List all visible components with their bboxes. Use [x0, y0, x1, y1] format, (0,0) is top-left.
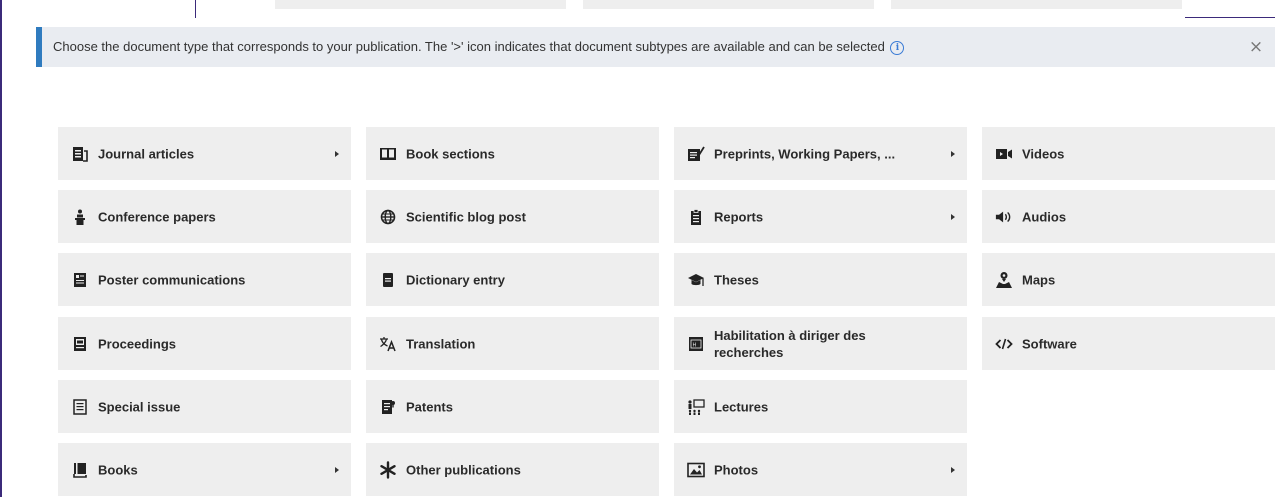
image-icon — [687, 461, 705, 479]
doc-type-reports[interactable]: Reports — [674, 190, 967, 243]
doc-type-photos[interactable]: Photos — [674, 443, 967, 496]
doc-type-special-issue[interactable]: Special issue — [58, 380, 351, 433]
doc-type-software[interactable]: Software — [982, 317, 1275, 370]
clipboard-icon — [687, 208, 705, 226]
top-tab-3[interactable] — [891, 0, 1182, 9]
doc-type-label: Book sections — [406, 146, 495, 161]
doc-type-label: Books — [98, 462, 138, 477]
patent-icon — [379, 398, 397, 416]
doc-type-label: Patents — [406, 399, 453, 414]
doc-type-other-publications[interactable]: Other publications — [366, 443, 659, 496]
doc-type-label: Photos — [714, 462, 759, 477]
doc-type-poster-communications[interactable]: Poster communications — [58, 253, 351, 306]
doc-type-label: Reports — [714, 209, 764, 224]
doc-type-label: Dictionary entry — [406, 272, 505, 287]
info-message-text: Choose the document type that correspond… — [53, 39, 885, 54]
doc-type-patents[interactable]: Patents — [366, 380, 659, 433]
doc-type-preprints[interactable]: Preprints, Working Papers, ... — [674, 127, 967, 180]
map-icon — [995, 271, 1013, 289]
doc-type-label: Translation — [406, 336, 476, 351]
podium-icon — [71, 208, 89, 226]
journal-icon — [71, 145, 89, 163]
open-book-icon — [379, 145, 397, 163]
subtype-arrow-icon — [951, 150, 955, 157]
lecture-icon — [687, 398, 705, 416]
doc-type-label: Special issue — [98, 399, 181, 414]
doc-type-label: Preprints, Working Papers, ... — [714, 146, 896, 161]
translate-icon — [379, 335, 397, 353]
globe-icon — [379, 208, 397, 226]
subtype-arrow-icon — [335, 150, 339, 157]
doc-type-label: Maps — [1022, 272, 1056, 287]
book-icon — [71, 461, 89, 479]
svg-text:H: H — [693, 342, 697, 348]
doc-type-books[interactable]: Books — [58, 443, 351, 496]
doc-type-label: Conference papers — [98, 209, 216, 224]
doc-type-label: Software — [1022, 336, 1077, 351]
doc-type-maps[interactable]: Maps — [982, 253, 1275, 306]
frame-border-top-right — [1185, 17, 1275, 18]
doc-type-habilitation[interactable]: H Habilitation à diriger des recherches — [674, 317, 967, 370]
doc-type-scientific-blog-post[interactable]: Scientific blog post — [366, 190, 659, 243]
info-banner-accent — [36, 27, 42, 67]
preprint-icon — [687, 145, 705, 163]
doc-type-translation[interactable]: Translation — [366, 317, 659, 370]
code-icon — [995, 335, 1013, 353]
doc-type-label: Theses — [714, 272, 759, 287]
proceedings-icon — [71, 335, 89, 353]
habilitation-icon: H — [687, 335, 705, 353]
doc-type-label: Videos — [1022, 146, 1065, 161]
info-banner: Choose the document type that correspond… — [36, 27, 1275, 67]
top-tab-2[interactable] — [583, 0, 874, 9]
subtype-arrow-icon — [951, 213, 955, 220]
frame-border-top — [195, 0, 196, 18]
asterisk-icon — [379, 460, 397, 479]
doc-type-videos[interactable]: Videos — [982, 127, 1275, 180]
special-issue-icon — [71, 398, 89, 416]
close-button[interactable]: × — [1246, 37, 1266, 57]
info-message: Choose the document type that correspond… — [53, 39, 905, 55]
subtype-arrow-icon — [951, 466, 955, 473]
doc-type-audios[interactable]: Audios — [982, 190, 1275, 243]
doc-type-proceedings[interactable]: Proceedings — [58, 317, 351, 370]
doc-type-label: Proceedings — [98, 336, 177, 351]
doc-type-lectures[interactable]: Lectures — [674, 380, 967, 433]
doc-type-conference-papers[interactable]: Conference papers — [58, 190, 351, 243]
doc-type-label: Journal articles — [98, 146, 195, 161]
doc-type-journal-articles[interactable]: Journal articles — [58, 127, 351, 180]
doc-type-dictionary-entry[interactable]: Dictionary entry — [366, 253, 659, 306]
graduation-cap-icon — [687, 271, 705, 289]
doc-type-label: Scientific blog post — [406, 209, 526, 224]
doc-type-label: Other publications — [406, 462, 521, 477]
doc-type-book-sections[interactable]: Book sections — [366, 127, 659, 180]
doc-type-label: Lectures — [714, 399, 769, 414]
doc-type-label: Audios — [1022, 209, 1067, 224]
subtype-arrow-icon — [335, 466, 339, 473]
poster-icon — [71, 271, 89, 289]
doc-type-label: Poster communications — [98, 272, 246, 287]
dictionary-icon — [379, 271, 397, 289]
frame-border-left — [0, 0, 2, 497]
video-camera-icon — [995, 145, 1013, 163]
top-tab-1[interactable] — [275, 0, 566, 9]
speaker-icon — [995, 208, 1013, 226]
info-icon[interactable]: i — [890, 41, 905, 55]
doc-type-label: Habilitation à diriger des recherches — [714, 327, 866, 360]
doc-type-theses[interactable]: Theses — [674, 253, 967, 306]
